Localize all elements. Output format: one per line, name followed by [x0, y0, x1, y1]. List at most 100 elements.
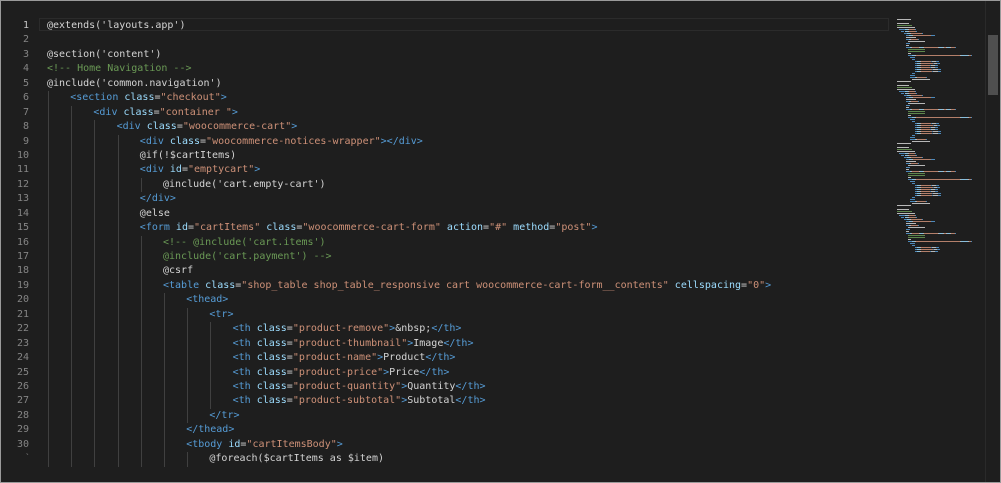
minimap-mark	[897, 85, 909, 86]
indent-guide	[140, 379, 142, 395]
indent-guide	[117, 452, 119, 467]
minimap-mark	[916, 201, 927, 202]
code-line[interactable]: <tbody id="cartItemsBody">	[47, 437, 887, 453]
code-line-content: <section class="checkout">	[70, 91, 227, 105]
minimap-mark	[897, 211, 912, 212]
code-line[interactable]: <th class="product-quantity">Quantity</t…	[47, 379, 887, 395]
minimap-mark	[971, 241, 973, 242]
indent-guide	[117, 408, 119, 424]
minimap-mark	[911, 47, 919, 48]
indent-guide	[94, 221, 96, 236]
code-line-content: <thead>	[186, 293, 228, 307]
code-token: class	[124, 92, 155, 104]
minimap-mark	[912, 197, 916, 198]
code-line[interactable]: </thead>	[47, 423, 887, 438]
code-token: "product-remove"	[292, 323, 390, 335]
scrollbar-thumb[interactable]	[988, 35, 998, 95]
code-line[interactable]: <th class="product-thumbnail">Image</th>	[47, 336, 887, 352]
indent-guide	[164, 336, 165, 352]
code-line[interactable]: @csrf	[47, 264, 887, 279]
code-line[interactable]: @else	[47, 206, 887, 222]
code-line[interactable]: @extends('layouts.app')	[47, 19, 887, 33]
code-token: <div	[93, 106, 124, 118]
code-token: >	[336, 438, 343, 450]
minimap-mark	[905, 105, 910, 106]
code-line[interactable]	[47, 33, 887, 47]
indent-guide	[48, 278, 49, 294]
minimap-mark	[910, 181, 915, 182]
minimap-mark	[935, 127, 939, 128]
indent-guide	[210, 394, 212, 409]
code-line[interactable]: @foreach($cartItems as $item)	[47, 452, 887, 467]
code-line[interactable]: <th class="product-subtotal">Subtotal</t…	[47, 394, 887, 409]
code-token: <th	[232, 337, 257, 349]
code-line[interactable]: @include('cart.empty-cart')	[47, 177, 887, 193]
code-line[interactable]: <div class="woocommerce-notices-wrapper"…	[47, 134, 887, 149]
code-line[interactable]: @section('content')	[47, 48, 887, 62]
minimap-mark	[897, 213, 915, 214]
minimap-mark	[935, 247, 939, 248]
minimap-mark	[916, 77, 927, 78]
minimap-mark	[908, 237, 926, 238]
code-line[interactable]: @include('common.navigation')	[47, 77, 887, 91]
minimap-mark	[905, 223, 916, 224]
code-line[interactable]: </tr>	[47, 408, 887, 424]
indent-guide	[94, 148, 96, 164]
vertical-scrollbar[interactable]	[985, 1, 1000, 482]
indent-guide	[71, 423, 73, 438]
code-line-content: </thead>	[186, 423, 234, 437]
indent-guide	[117, 293, 119, 308]
minimap-mark	[910, 95, 922, 96]
code-line[interactable]: <div id="emptycart">	[47, 163, 887, 178]
editor-pane[interactable]: 1 2 3 4 5 6 7 8 9 10 11 12 13 14 15 16 17 18 19 20 21 22 23 24 2…	[1, 1, 891, 482]
code-line[interactable]: <th class="product-price">Price</th>	[47, 365, 887, 380]
indent-guide	[48, 452, 49, 467]
code-line[interactable]: <table class="shop_table shop_table_resp…	[47, 278, 887, 294]
minimap-mark	[897, 205, 912, 206]
code-token: class	[256, 323, 287, 335]
indent-guide	[71, 235, 73, 250]
code-line[interactable]: <!-- Home Navigation -->	[47, 62, 887, 76]
code-line[interactable]: @include('cart.payment') -->	[47, 250, 887, 265]
code-token: </thead>	[186, 424, 235, 436]
code-token: </th>	[455, 380, 486, 392]
minimap-mark	[921, 185, 932, 186]
code-token: "woocommerce-cart"	[182, 121, 292, 133]
indent-guide	[210, 379, 212, 395]
code-token: class	[256, 380, 287, 392]
minimap-mark	[938, 69, 942, 70]
minimap-mark	[916, 241, 961, 242]
code-area[interactable]: @extends('layouts.app') @section('content…	[47, 19, 887, 467]
indent-guide	[164, 394, 165, 409]
code-line[interactable]: <th class="product-name">Product</th>	[47, 351, 887, 366]
indent-guide	[140, 235, 142, 250]
minimap-mark	[954, 109, 956, 110]
indent-guide	[164, 423, 165, 438]
code-line[interactable]: <thead>	[47, 293, 887, 308]
indent-guide	[94, 278, 96, 294]
indent-guide	[117, 177, 119, 193]
minimap[interactable]	[891, 1, 985, 482]
code-line-content: @section('content')	[47, 48, 161, 62]
code-token: <div	[116, 121, 147, 133]
code-line[interactable]: </div>	[47, 192, 887, 207]
code-token: </div>	[139, 193, 176, 205]
code-line[interactable]: <form id="cartItems" class="woocommerce-…	[47, 221, 887, 236]
indent-guide	[187, 307, 189, 323]
code-token: class	[205, 279, 236, 291]
minimap-mark	[926, 77, 928, 78]
code-line[interactable]: @if(!$cartItems)	[47, 148, 887, 164]
minimap-mark	[921, 129, 931, 130]
minimap-mark	[910, 57, 915, 58]
code-line[interactable]: <section class="checkout">	[47, 91, 887, 106]
code-line[interactable]: <tr>	[47, 307, 887, 323]
indent-guide	[117, 437, 119, 453]
code-line-content: <th class="product-name">Product</th>	[233, 351, 456, 365]
code-line[interactable]: <th class="product-remove">&nbsp;</th>	[47, 322, 887, 337]
indent-guide	[48, 336, 49, 352]
minimap-mark	[935, 251, 939, 252]
code-line[interactable]: <!-- @include('cart.items')	[47, 235, 887, 250]
code-line[interactable]: <div class="container ">	[47, 105, 887, 121]
minimap-mark	[921, 249, 933, 250]
code-line[interactable]: <div class="woocommerce-cart">	[47, 120, 887, 135]
